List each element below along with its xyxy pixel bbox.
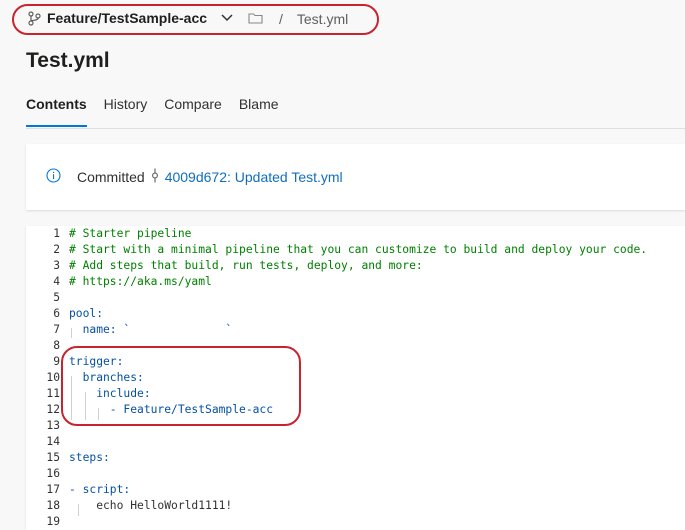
indent-guide — [78, 504, 79, 516]
line-number: 15 — [46, 451, 60, 464]
line-number: 8 — [53, 339, 60, 352]
line-number: 11 — [46, 387, 60, 400]
line-number: 7 — [53, 323, 60, 336]
line-number: 17 — [46, 483, 60, 496]
line-number: 9 — [53, 355, 60, 368]
line-text: # https://aka.ms/yaml — [69, 275, 212, 288]
line-number: 18 — [46, 499, 60, 512]
line-text: - script: — [69, 483, 131, 496]
line-number: 12 — [46, 403, 60, 416]
highlight-box-branch — [12, 4, 379, 35]
tab-blame[interactable]: Blame — [239, 96, 279, 112]
info-icon — [46, 168, 61, 186]
line-number: 19 — [46, 515, 60, 528]
commit-label: Committed — [77, 169, 145, 185]
commit-info-card: Committed 4009d672: Updated Test.yml — [26, 144, 685, 210]
page-title: Test.yml — [26, 49, 110, 72]
tab-history[interactable]: History — [104, 96, 148, 112]
line-number: 6 — [53, 307, 60, 320]
line-text: echo HelloWorld1111! — [69, 499, 233, 512]
line-number: 10 — [46, 371, 60, 384]
commit-icon — [151, 168, 159, 186]
line-text: # Starter pipeline — [69, 227, 192, 240]
highlight-box-trigger — [61, 346, 301, 426]
line-number: 13 — [46, 419, 60, 432]
line-text: # Add steps that build, run tests, deplo… — [69, 259, 423, 272]
indent-guide — [71, 328, 72, 338]
line-number: 14 — [46, 435, 60, 448]
line-text: pool: — [69, 307, 104, 320]
line-number: 1 — [53, 227, 60, 240]
tab-divider — [26, 128, 685, 129]
line-number: 5 — [53, 291, 60, 304]
line-number: 4 — [53, 275, 60, 288]
line-text: name: ` ` — [69, 323, 233, 336]
line-text: steps: — [69, 451, 110, 464]
commit-link[interactable]: 4009d672: Updated Test.yml — [165, 169, 343, 185]
line-number: 2 — [53, 243, 60, 256]
tab-bar: Contents History Compare Blame — [26, 96, 296, 127]
line-text: # Start with a minimal pipeline that you… — [69, 243, 648, 256]
tab-compare[interactable]: Compare — [164, 96, 222, 112]
line-number: 3 — [53, 259, 60, 272]
tab-contents[interactable]: Contents — [26, 96, 87, 127]
line-number: 16 — [46, 467, 60, 480]
